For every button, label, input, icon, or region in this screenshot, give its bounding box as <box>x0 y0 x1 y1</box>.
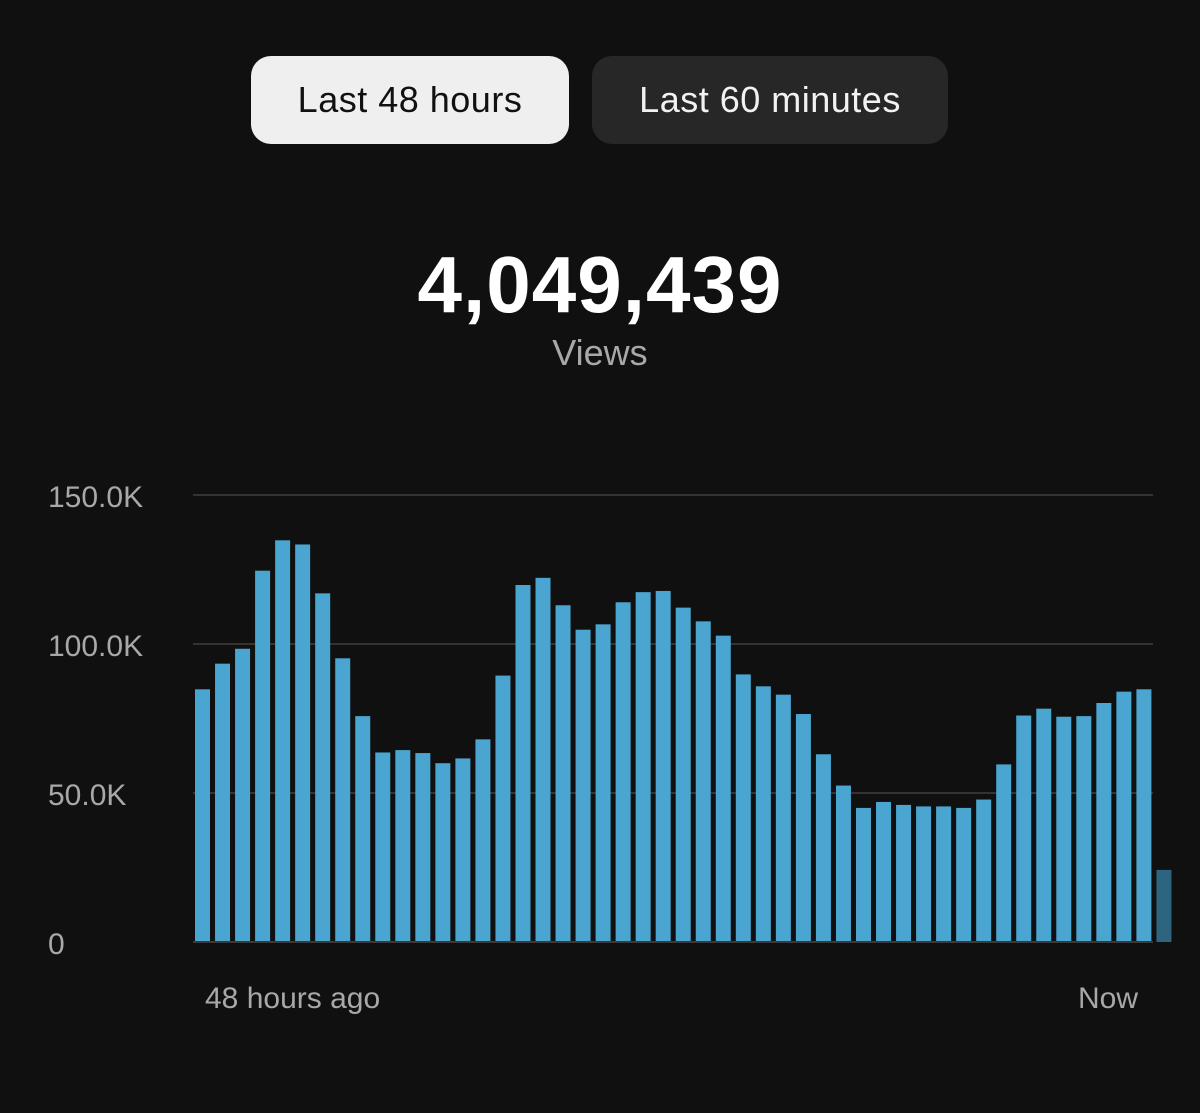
bar <box>575 629 591 942</box>
bar <box>1076 716 1092 942</box>
bar <box>235 648 251 942</box>
bar <box>1116 691 1132 942</box>
y-tick-label: 50.0K <box>48 779 126 812</box>
bar <box>555 605 571 942</box>
y-tick-label: 100.0K <box>48 630 143 663</box>
bar <box>275 540 291 942</box>
bar <box>896 804 912 942</box>
bar <box>615 602 631 942</box>
bar <box>715 635 731 942</box>
bar <box>195 689 210 942</box>
bar <box>395 750 411 942</box>
bar <box>595 624 611 942</box>
bar <box>996 764 1012 942</box>
x-label-start: 48 hours ago <box>205 982 380 1015</box>
bar <box>515 585 531 942</box>
bar <box>695 621 711 942</box>
bar <box>735 674 751 942</box>
bar <box>1056 716 1072 942</box>
bar <box>1036 708 1052 942</box>
x-label-end: Now <box>1078 982 1138 1015</box>
bar <box>1096 703 1112 942</box>
bar <box>455 758 471 942</box>
bar <box>1136 689 1152 942</box>
bar <box>435 763 451 942</box>
bar <box>835 785 851 942</box>
bar <box>775 694 791 942</box>
bar <box>855 807 871 942</box>
bar <box>215 663 231 942</box>
bar <box>876 801 892 942</box>
bar <box>495 675 511 942</box>
bar <box>635 592 651 942</box>
bar <box>936 806 952 942</box>
y-tick-label: 0 <box>48 928 65 961</box>
bar <box>655 590 671 942</box>
bar <box>335 658 351 942</box>
y-tick-label: 150.0K <box>48 481 143 514</box>
bar <box>916 806 932 942</box>
analytics-page: Last 48 hours Last 60 minutes 4,049,439 … <box>0 0 1200 1113</box>
bar <box>415 753 431 942</box>
bar <box>315 593 331 942</box>
bar <box>375 752 391 942</box>
bar <box>956 807 972 942</box>
bar <box>1016 715 1032 942</box>
views-bar-chart: 0 50.0K 100.0K 150.0K 48 hours ago Now <box>48 481 1172 1015</box>
bar <box>475 739 491 942</box>
bar <box>976 799 992 942</box>
bar <box>755 686 771 942</box>
bar <box>295 544 311 942</box>
bar <box>255 570 271 942</box>
bar <box>795 714 811 942</box>
bar <box>675 607 691 942</box>
bar <box>355 716 371 942</box>
bar <box>535 577 551 942</box>
bar <box>815 754 831 942</box>
bar <box>1156 869 1172 942</box>
